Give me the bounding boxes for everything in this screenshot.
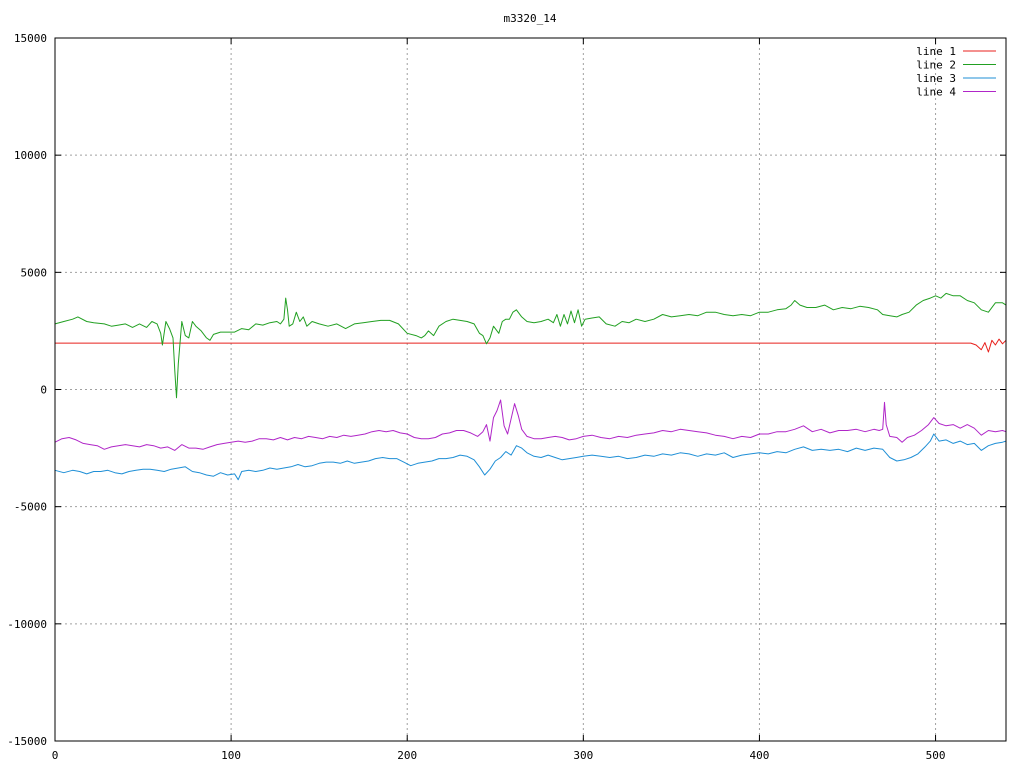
y-tick-label: -10000 (7, 618, 47, 631)
x-tick-label: 400 (750, 749, 770, 762)
y-tick-label: 0 (40, 384, 47, 397)
y-tick-label: 5000 (21, 266, 48, 279)
x-tick-label: 500 (926, 749, 946, 762)
line-chart: m3320_14 0 100 200 300 400 500 -15000 -10000 -50… (0, 0, 1024, 768)
y-tick-label: 15000 (14, 32, 47, 45)
x-tick-label: 100 (221, 749, 241, 762)
y-tick-label: -5000 (14, 501, 47, 514)
chart-background (0, 0, 1024, 768)
chart-title: m3320_14 (504, 12, 557, 25)
x-tick-label: 0 (52, 749, 59, 762)
legend-label-2: line 2 (916, 59, 956, 72)
y-tick-label: 10000 (14, 149, 47, 162)
legend-label-3: line 3 (916, 72, 956, 85)
legend-label-4: line 4 (916, 86, 956, 99)
legend-label-1: line 1 (916, 45, 956, 58)
x-tick-label: 200 (397, 749, 417, 762)
y-tick-label: -15000 (7, 735, 47, 748)
x-tick-label: 300 (573, 749, 593, 762)
